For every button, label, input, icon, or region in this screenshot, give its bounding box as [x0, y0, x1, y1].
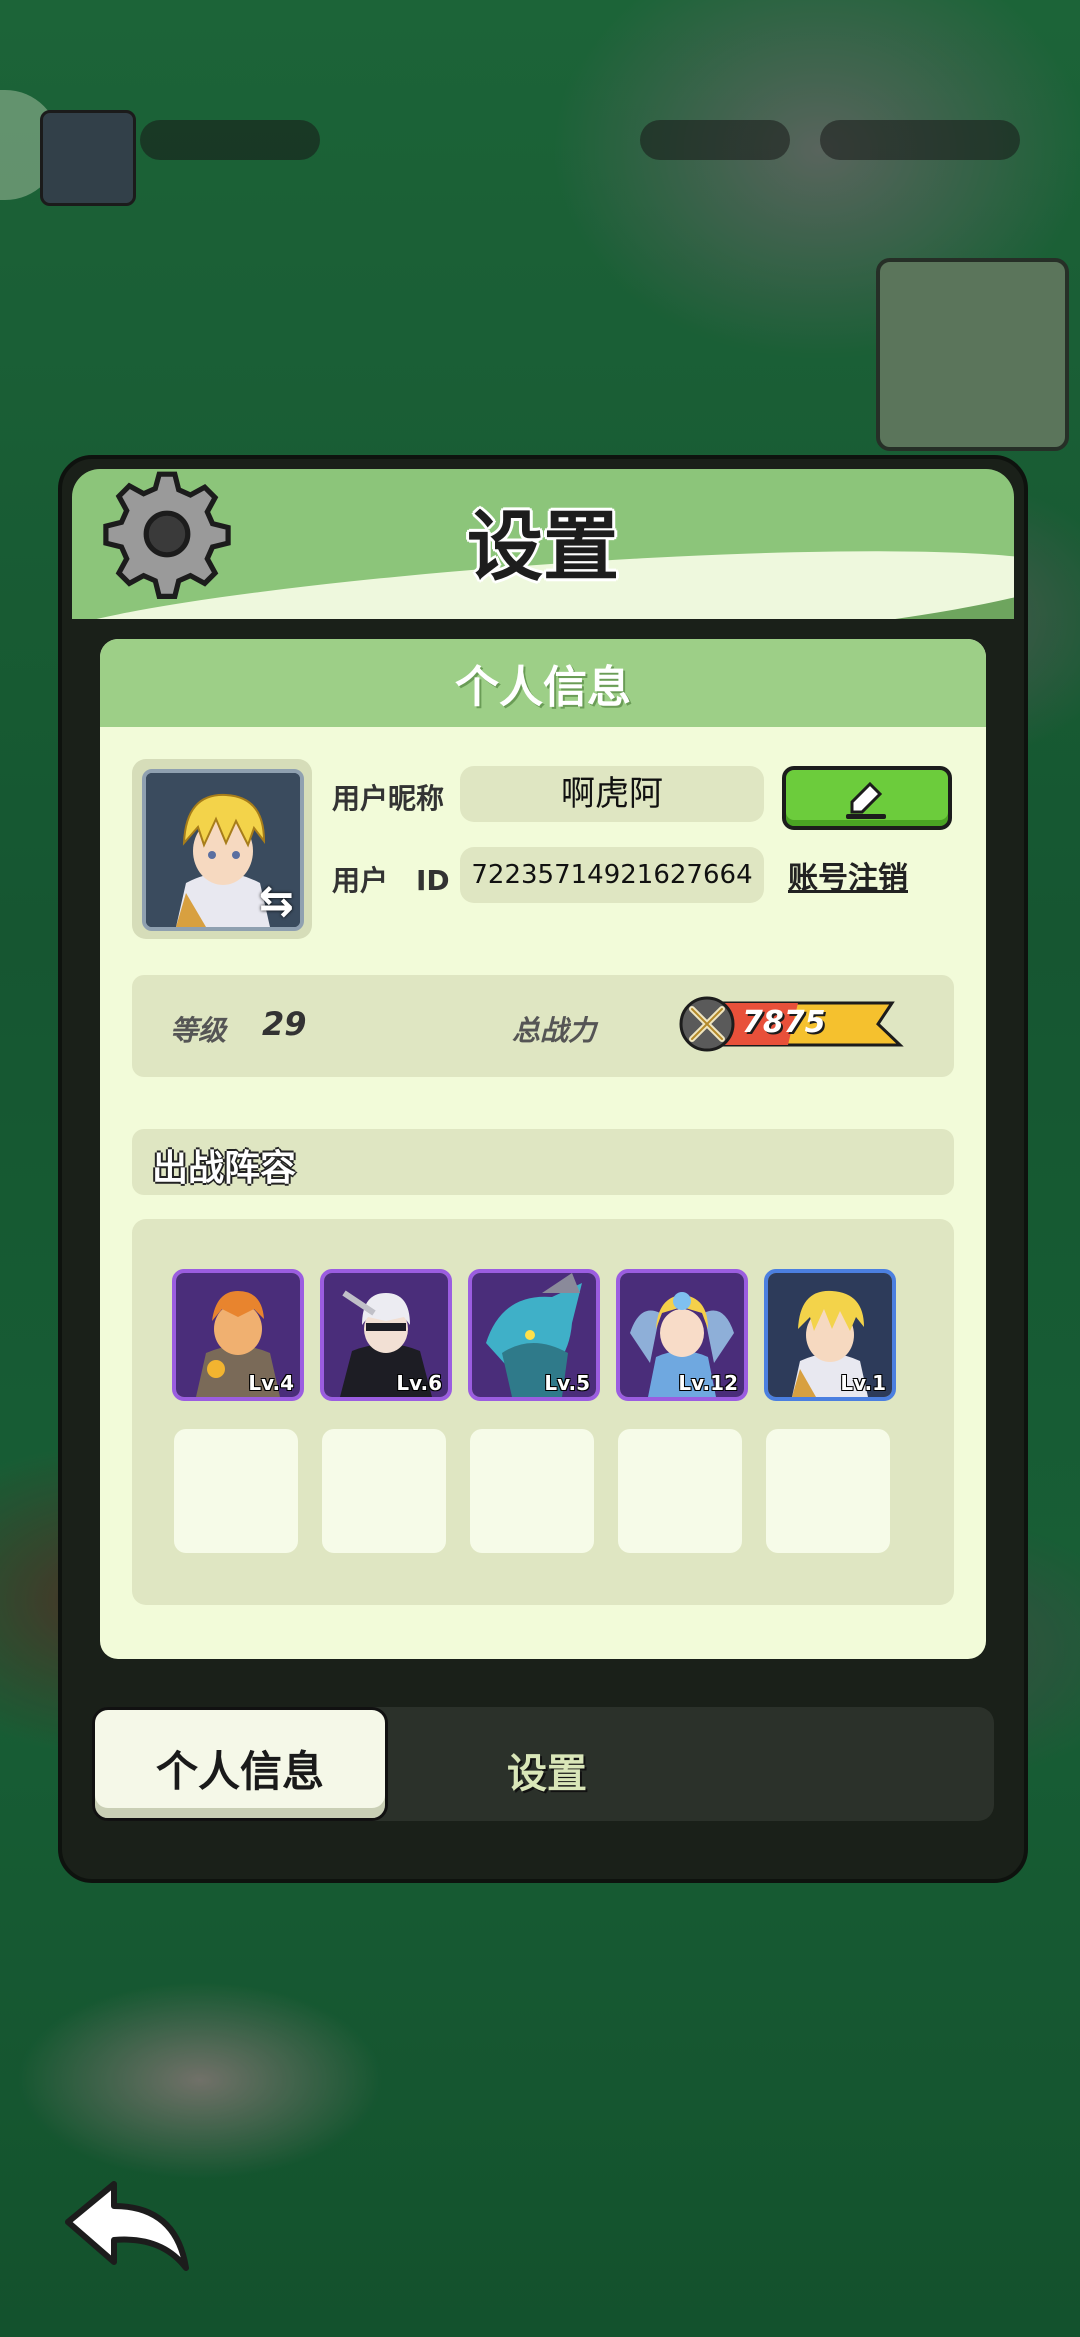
swap-icon: ⇆: [258, 876, 294, 925]
hero-level: Lv.4: [248, 1371, 294, 1395]
settings-panel: 设置 个人信息 ⇆ 用户昵称 啊虎阿 用户 ID 722357149216276…: [58, 455, 1028, 1883]
power-badge: 7875: [678, 995, 906, 1053]
tab-profile[interactable]: 个人信息: [92, 1707, 388, 1821]
lineup-header: 出战阵容: [132, 1129, 954, 1195]
cancel-account-link[interactable]: 账号注销: [788, 853, 908, 897]
panel-header: 设置: [72, 469, 1014, 619]
panel-title: 设置: [467, 502, 619, 591]
hero-level: Lv.1: [840, 1371, 886, 1395]
power-value: 7875: [742, 1005, 826, 1040]
user-id-value: 72235714921627664: [460, 847, 764, 903]
hero-slot[interactable]: Lv.6: [320, 1269, 452, 1401]
pencil-icon: [846, 781, 886, 819]
avatar-button[interactable]: ⇆: [132, 759, 312, 939]
lineup-title: 出战阵容: [152, 1148, 297, 1189]
empty-hero-slot[interactable]: [618, 1429, 742, 1553]
hero-level: Lv.5: [544, 1371, 590, 1395]
tab-profile-label: 个人信息: [155, 1747, 324, 1796]
tab-bar: 个人信息 设置: [92, 1707, 994, 1821]
empty-hero-slot[interactable]: [766, 1429, 890, 1553]
stats-bar: 等级 29 总战力 7875: [132, 975, 954, 1077]
hero-slot[interactable]: Lv.1: [764, 1269, 896, 1401]
nickname-value: 啊虎阿: [460, 766, 764, 822]
power-label: 总战力: [512, 1014, 597, 1047]
hero-level: Lv.12: [678, 1371, 738, 1395]
empty-hero-slot[interactable]: [174, 1429, 298, 1553]
profile-section: 个人信息 ⇆ 用户昵称 啊虎阿 用户 ID 72235714921627664 …: [100, 639, 986, 1659]
edit-nickname-button[interactable]: [782, 766, 952, 830]
level-label: 等级: [170, 1014, 227, 1047]
hero-level: Lv.6: [396, 1371, 442, 1395]
back-arrow-icon[interactable]: [58, 2178, 198, 2278]
swords-icon: [689, 1006, 725, 1042]
hero-slot[interactable]: Lv.5: [468, 1269, 600, 1401]
hero-slot[interactable]: Lv.12: [616, 1269, 748, 1401]
lineup-grid: Lv.4 Lv.6 Lv.5 Lv.12 Lv.1: [132, 1219, 954, 1605]
avatar: ⇆: [142, 769, 304, 931]
level-value: 29: [262, 1005, 307, 1043]
hero-slot[interactable]: Lv.4: [172, 1269, 304, 1401]
tab-settings-label: 设置: [507, 1751, 587, 1797]
section-title: 个人信息: [455, 662, 631, 713]
user-id-label: 用户 ID: [332, 864, 450, 897]
section-header: 个人信息: [100, 639, 986, 727]
nickname-label: 用户昵称: [332, 782, 445, 815]
tab-settings[interactable]: 设置: [402, 1707, 692, 1821]
empty-hero-slot[interactable]: [470, 1429, 594, 1553]
empty-hero-slot[interactable]: [322, 1429, 446, 1553]
